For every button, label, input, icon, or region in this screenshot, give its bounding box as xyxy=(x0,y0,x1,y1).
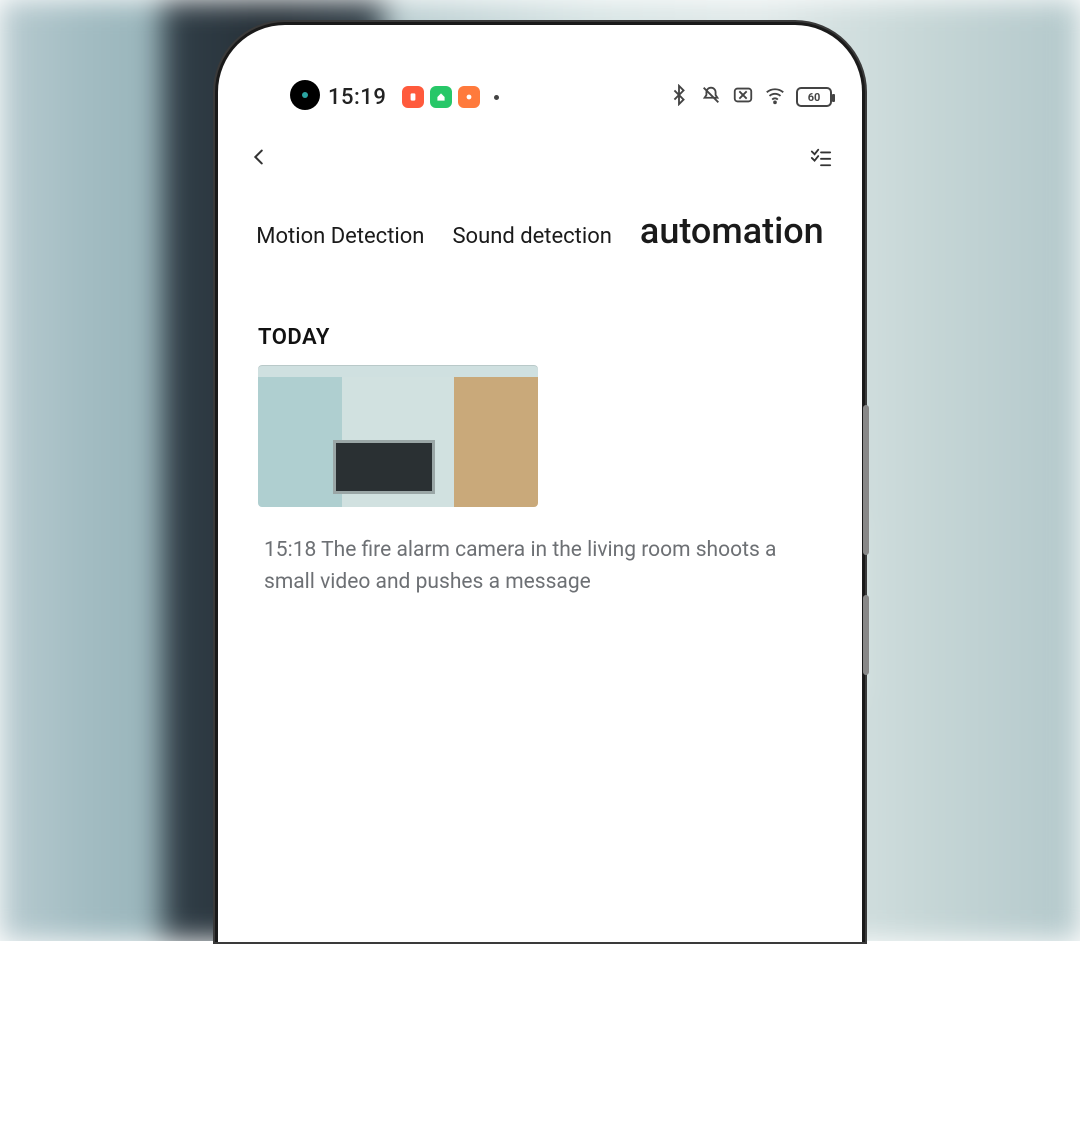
tab-motion-detection[interactable]: Motion Detection xyxy=(256,224,424,249)
mi-home-app-icon xyxy=(430,86,452,108)
tabs-row: Motion Detection Sound detection automat… xyxy=(218,210,862,252)
app-icon xyxy=(458,86,480,108)
bluetooth-icon xyxy=(668,84,690,110)
status-bar: 15:19 60 xyxy=(218,80,862,114)
tab-automation[interactable]: automation xyxy=(640,210,824,252)
event-item[interactable]: 15:18 The fire alarm camera in the livin… xyxy=(258,365,828,598)
battery-icon: 60 xyxy=(796,87,832,107)
dnd-box-icon xyxy=(732,84,754,110)
more-indicator-icon xyxy=(494,95,499,100)
event-description: 15:18 The fire alarm camera in the livin… xyxy=(258,535,828,598)
checklist-button[interactable] xyxy=(810,146,832,172)
blank-area xyxy=(0,941,1080,1141)
section-heading-today: TODAY xyxy=(258,325,330,350)
battery-level: 60 xyxy=(808,91,821,104)
event-thumbnail[interactable] xyxy=(258,365,538,507)
back-button[interactable] xyxy=(248,146,270,172)
status-time: 15:19 xyxy=(328,85,386,110)
phone-power-button xyxy=(863,595,869,675)
bottom-fade xyxy=(218,742,862,942)
tab-sound-detection[interactable]: Sound detection xyxy=(452,224,611,249)
mute-icon xyxy=(700,84,722,110)
phone-frame: 15:19 60 xyxy=(215,22,865,942)
wifi-icon xyxy=(764,84,786,110)
recorder-app-icon xyxy=(402,86,424,108)
phone-volume-button xyxy=(863,405,869,555)
